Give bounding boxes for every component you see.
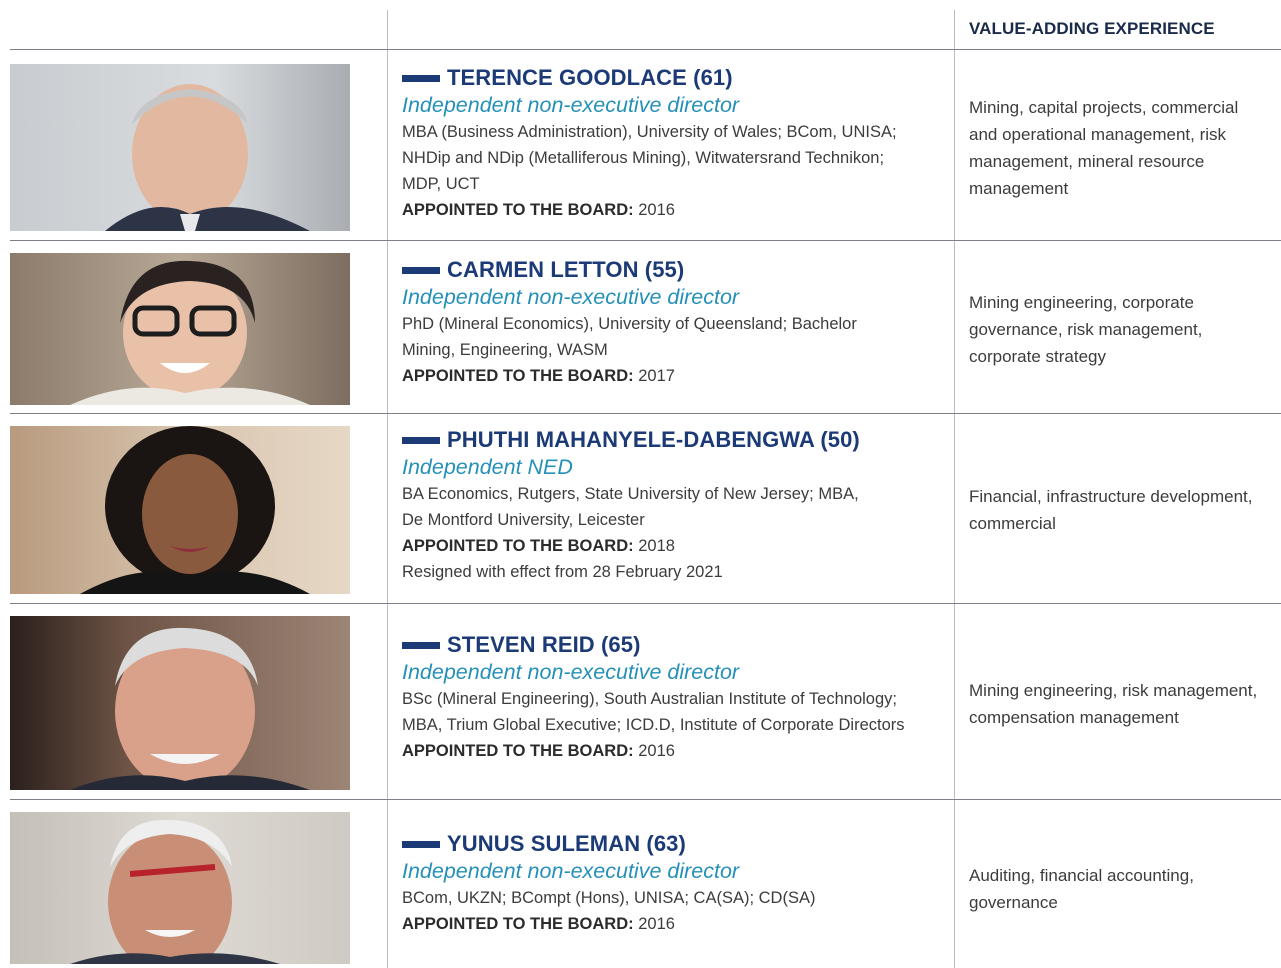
experience-column-heading: VALUE-ADDING EXPERIENCE: [969, 19, 1215, 38]
experience-line: Mining, capital projects, commercial: [969, 98, 1239, 117]
resignation-note: Resigned with effect from 28 February 20…: [402, 563, 723, 581]
director-bio: PHUTHI MAHANYELE-DABENGWA (50) Independe…: [402, 426, 947, 585]
experience-line: Financial, infrastructure development,: [969, 487, 1253, 506]
row-divider: [10, 413, 1281, 414]
appointed-line: APPOINTED TO THE BOARD: 2017: [402, 363, 947, 389]
director-qualification-line: MBA, Trium Global Executive; ICD.D, Inst…: [402, 716, 905, 734]
experience-line: Mining engineering, risk management,: [969, 681, 1258, 700]
header-divider: [10, 49, 1281, 50]
director-name: PHUTHI MAHANYELE-DABENGWA (50): [447, 427, 860, 452]
appointed-year: 2016: [638, 201, 675, 219]
director-role: Independent non-executive director: [402, 660, 740, 684]
director-name: CARMEN LETTON (55): [447, 257, 685, 282]
director-photo: [10, 64, 350, 231]
director-name: YUNUS SULEMAN (63): [447, 831, 686, 856]
experience-line: and operational management, risk: [969, 125, 1227, 144]
appointed-line: APPOINTED TO THE BOARD: 2018: [402, 533, 947, 559]
director-bio: CARMEN LETTON (55) Independent non-execu…: [402, 256, 947, 389]
director-experience: Mining engineering, corporate governance…: [969, 289, 1279, 370]
director-qualification-line: PhD (Mineral Economics), University of Q…: [402, 315, 857, 333]
appointed-year: 2018: [638, 537, 675, 555]
director-experience: Auditing, financial accounting, governan…: [969, 862, 1279, 916]
appointed-year: 2017: [638, 367, 675, 385]
appointed-line: APPOINTED TO THE BOARD: 2016: [402, 911, 947, 937]
experience-line: corporate strategy: [969, 347, 1107, 366]
experience-line: governance: [969, 893, 1058, 912]
appointed-line: APPOINTED TO THE BOARD: 2016: [402, 197, 947, 223]
director-bio: YUNUS SULEMAN (63) Independent non-execu…: [402, 830, 947, 937]
experience-line: governance, risk management,: [969, 320, 1203, 339]
name-bar-marker: [402, 266, 440, 274]
director-qualification-line: BSc (Mineral Engineering), South Austral…: [402, 690, 897, 708]
experience-line: management: [969, 179, 1069, 198]
column-divider-left: [387, 10, 388, 968]
director-experience: Financial, infrastructure development, c…: [969, 483, 1279, 537]
director-qualification-line: BA Economics, Rutgers, State University …: [402, 485, 859, 503]
director-name: STEVEN REID (65): [447, 632, 641, 657]
name-bar-marker: [402, 436, 440, 444]
appointed-year: 2016: [638, 742, 675, 760]
director-name: TERENCE GOODLACE (61): [447, 65, 733, 90]
column-divider-right: [954, 10, 955, 968]
name-bar-marker: [402, 74, 440, 82]
appointed-label: APPOINTED TO THE BOARD:: [402, 742, 634, 760]
appointed-year: 2016: [638, 915, 675, 933]
director-qualification-line: Mining, Engineering, WASM: [402, 341, 608, 359]
director-qualification-line: NHDip and NDip (Metalliferous Mining), W…: [402, 149, 885, 167]
director-qualification-line: De Montford University, Leicester: [402, 511, 645, 529]
experience-line: Auditing, financial accounting,: [969, 866, 1194, 885]
director-photo: [10, 253, 350, 405]
director-experience: Mining engineering, risk management, com…: [969, 677, 1279, 731]
director-qualification-line: MBA (Business Administration), Universit…: [402, 123, 897, 141]
director-photo: [10, 812, 350, 964]
appointed-label: APPOINTED TO THE BOARD:: [402, 201, 634, 219]
experience-line: management, mineral resource: [969, 152, 1205, 171]
experience-line: compensation management: [969, 708, 1179, 727]
appointed-label: APPOINTED TO THE BOARD:: [402, 367, 634, 385]
name-bar-marker: [402, 641, 440, 649]
experience-line: Mining engineering, corporate: [969, 293, 1194, 312]
director-role: Independent NED: [402, 455, 573, 479]
director-bio: TERENCE GOODLACE (61) Independent non-ex…: [402, 64, 947, 223]
row-divider: [10, 799, 1281, 800]
row-divider: [10, 603, 1281, 604]
director-role: Independent non-executive director: [402, 93, 740, 117]
director-qualification-line: BCom, UKZN; BCompt (Hons), UNISA; CA(SA)…: [402, 889, 816, 907]
row-divider: [10, 240, 1281, 241]
director-role: Independent non-executive director: [402, 859, 740, 883]
director-qualification-line: MDP, UCT: [402, 175, 480, 193]
appointed-line: APPOINTED TO THE BOARD: 2016: [402, 738, 947, 764]
director-experience: Mining, capital projects, commercial and…: [969, 94, 1279, 202]
director-photo: [10, 616, 350, 790]
name-bar-marker: [402, 840, 440, 848]
experience-line: commercial: [969, 514, 1056, 533]
director-bio: STEVEN REID (65) Independent non-executi…: [402, 631, 947, 764]
appointed-label: APPOINTED TO THE BOARD:: [402, 915, 634, 933]
appointed-label: APPOINTED TO THE BOARD:: [402, 537, 634, 555]
director-role: Independent non-executive director: [402, 285, 740, 309]
director-photo: [10, 426, 350, 594]
